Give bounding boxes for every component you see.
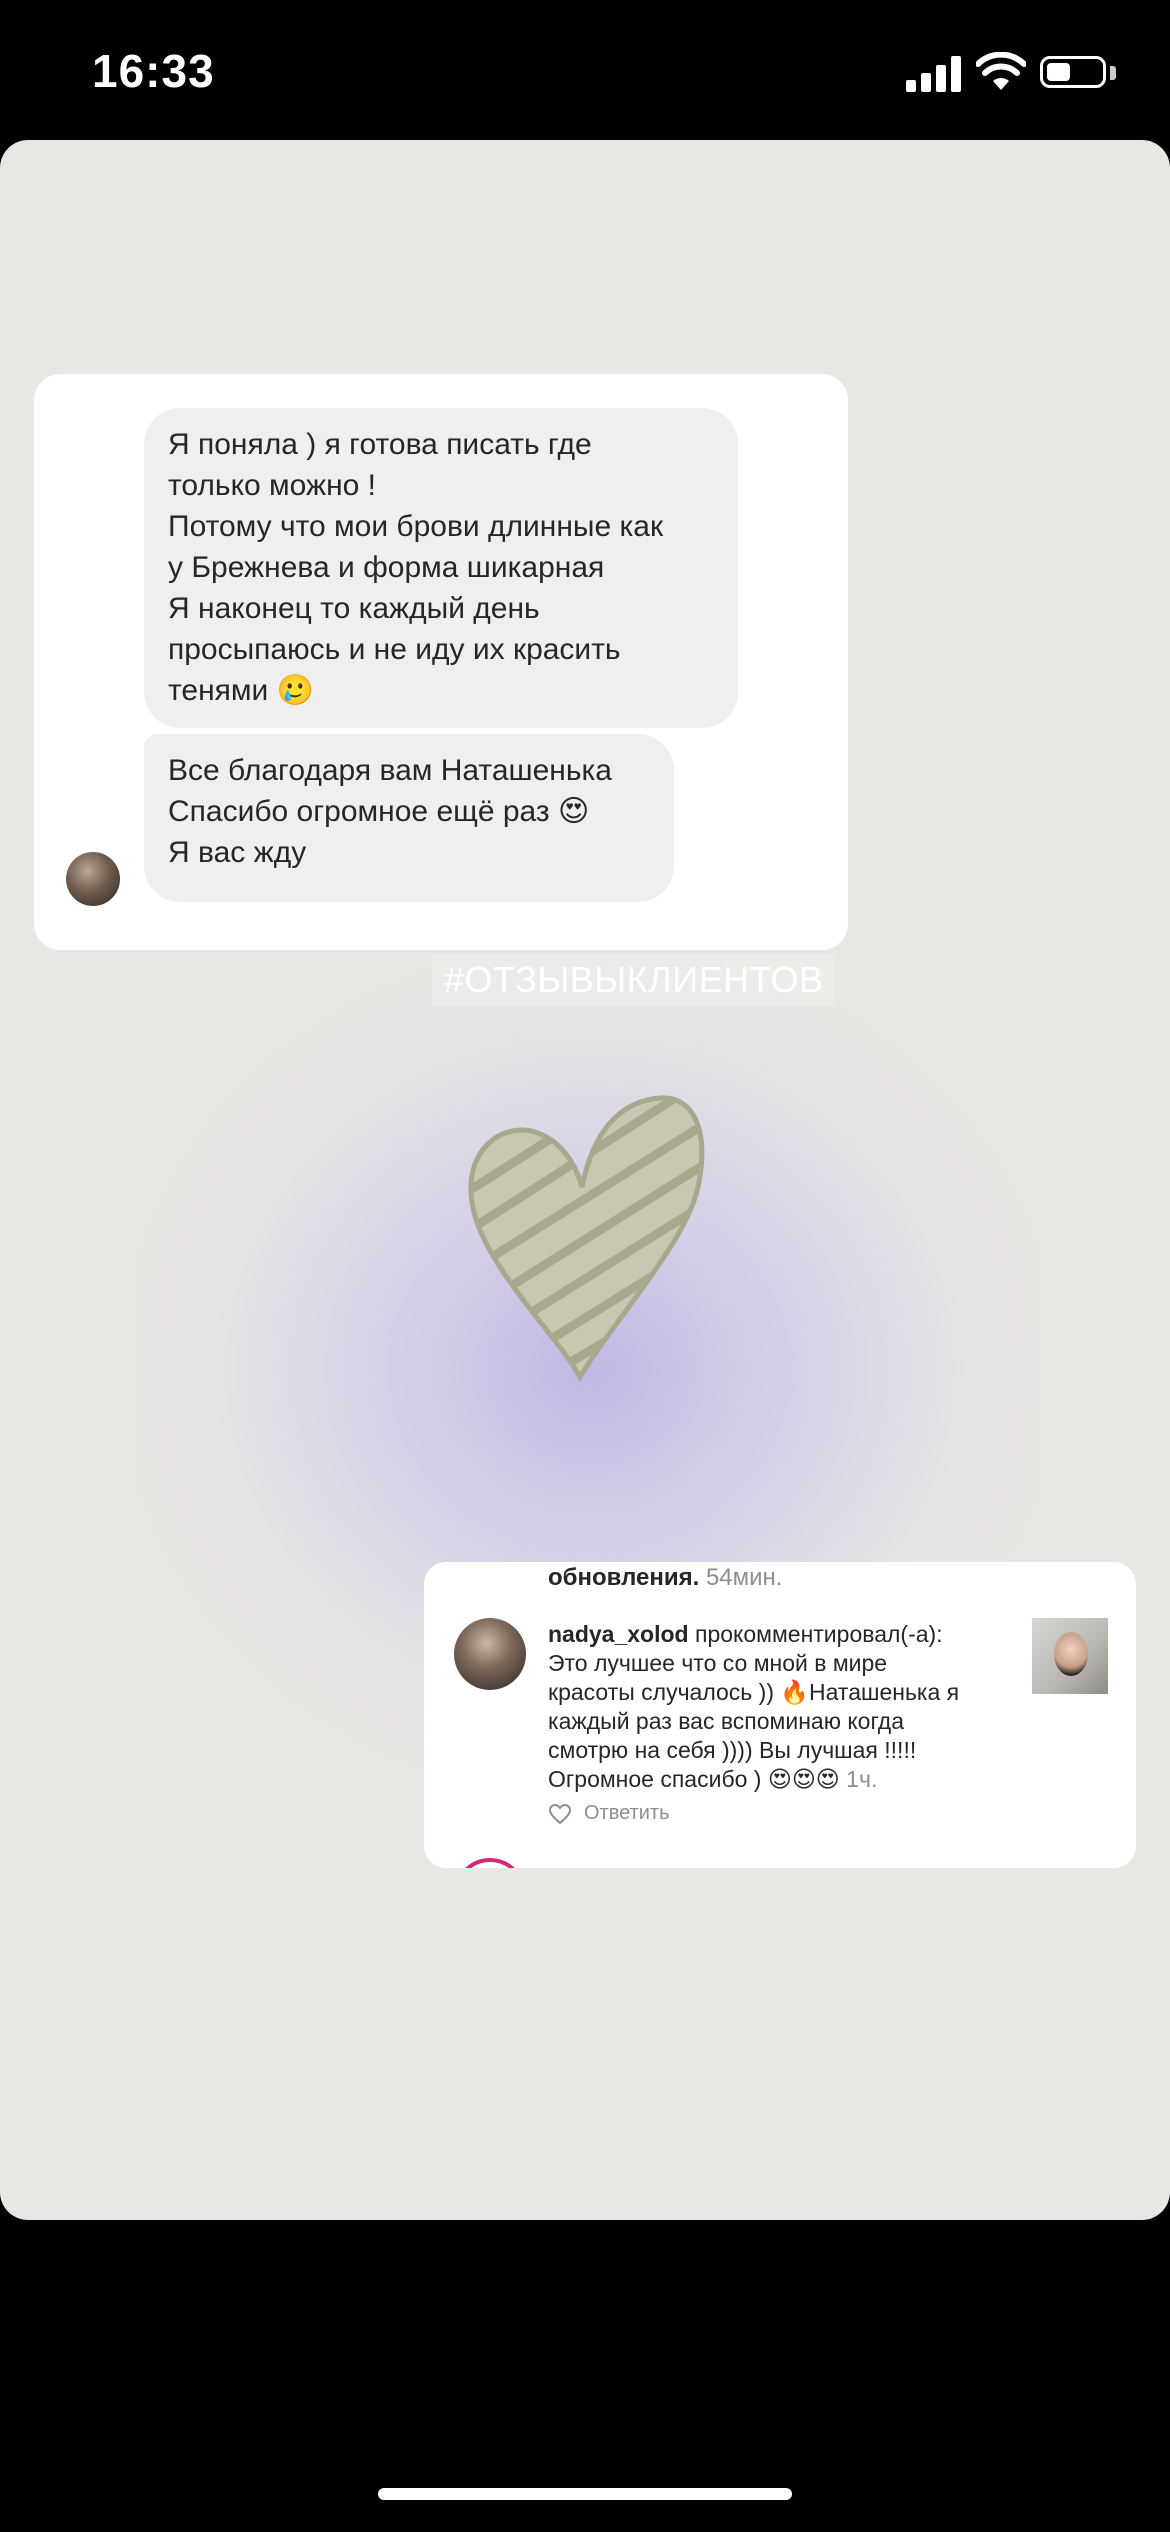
avatar xyxy=(454,1858,526,1868)
comment-username: nadya_xolod xyxy=(548,1621,689,1647)
home-indicator[interactable] xyxy=(378,2488,792,2500)
status-time: 16:33 xyxy=(92,45,215,97)
reply-row: Ответить xyxy=(548,1802,670,1825)
wifi-icon xyxy=(976,52,1026,90)
comment-screenshot-card: обновления. 54мин. nadya_xolod прокоммен… xyxy=(424,1562,1136,1868)
comment-body: Это лучшее что со мной в мире красоты сл… xyxy=(548,1650,960,1792)
avatar xyxy=(66,852,120,906)
previous-notification-age: 54мин. xyxy=(705,1564,783,1591)
heart-sticker-icon xyxy=(468,1095,705,1382)
previous-notification: обновления. 54мин. xyxy=(548,1564,782,1592)
like-heart-icon xyxy=(548,1803,572,1824)
comment-text: nadya_xolod прокомментировал(-а): Это лу… xyxy=(548,1620,988,1794)
chat-message: Все благодаря вам Наташенька Спасибо огр… xyxy=(144,734,674,902)
chat-message: Я поняла ) я готова писать где только мо… xyxy=(144,408,738,728)
previous-notification-text: обновления. xyxy=(548,1564,700,1591)
hashtag-sticker[interactable]: #ОТЗЫВЫКЛИЕНТОВ xyxy=(432,954,836,1006)
chat-screenshot-card: Я поняла ) я готова писать где только мо… xyxy=(34,374,848,950)
story-canvas[interactable]: Я поняла ) я готова писать где только мо… xyxy=(0,140,1170,2220)
battery-level xyxy=(1047,63,1070,81)
battery-tip xyxy=(1110,66,1116,80)
status-bar: 16:33 xyxy=(0,0,1170,140)
avatar xyxy=(454,1618,526,1690)
battery-icon xyxy=(1040,56,1106,88)
signal-icon xyxy=(906,56,962,92)
reply-link: Ответить xyxy=(584,1802,670,1824)
comment-age: 1ч. xyxy=(846,1766,878,1792)
post-thumbnail xyxy=(1032,1618,1108,1694)
comment-action: прокомментировал(-а): xyxy=(695,1621,943,1647)
